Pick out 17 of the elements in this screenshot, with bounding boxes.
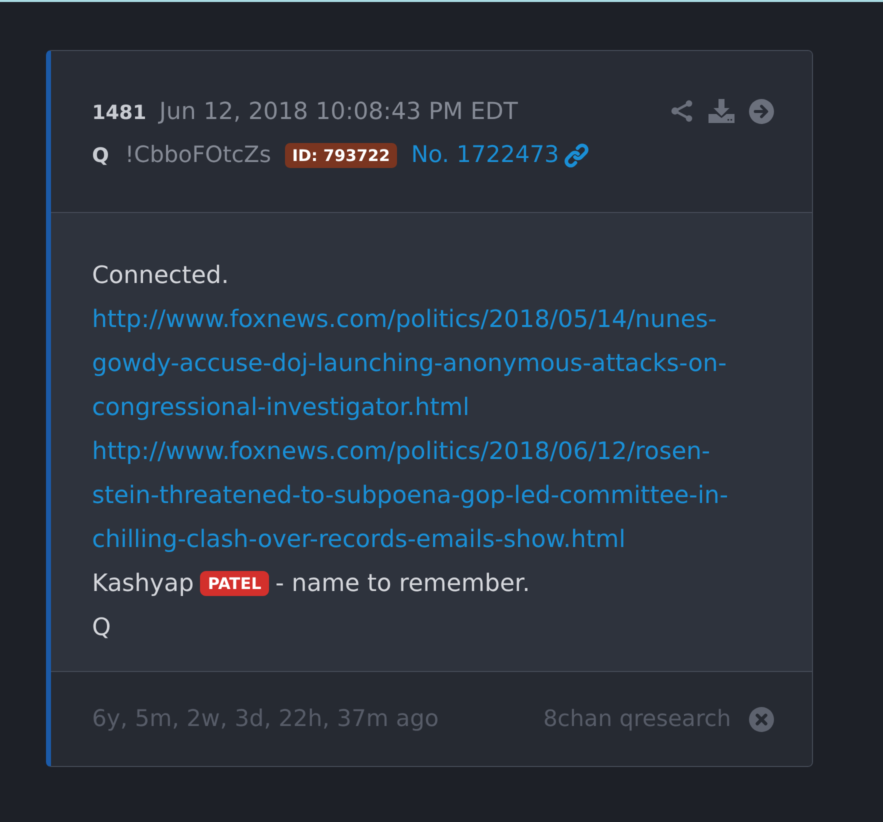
body-text: Connected. bbox=[92, 261, 229, 289]
body-text: Kashyap bbox=[92, 569, 194, 597]
post-date: Jun 12, 2018 10:08:43 PM EDT bbox=[159, 97, 518, 125]
highlight-tag: PATEL bbox=[200, 571, 270, 596]
id-badge: ID: 793722 bbox=[285, 142, 398, 168]
share-icon[interactable] bbox=[670, 99, 694, 123]
author-name: Q bbox=[92, 143, 110, 167]
link-icon[interactable] bbox=[564, 142, 589, 168]
download-icon[interactable] bbox=[708, 99, 735, 123]
post-link[interactable]: No. 1722473 bbox=[411, 142, 559, 168]
tripcode: !CbboFOtcZs bbox=[125, 142, 272, 168]
post-number: 1481 bbox=[92, 101, 146, 124]
body-link[interactable]: http://www.foxnews.com/politics/2018/06/12/rosen-stein-threatened-to-subpoena-gop-led-committee-in-chilling-clash-over-records-emails-show.html bbox=[92, 429, 737, 561]
close-icon[interactable] bbox=[749, 706, 774, 732]
body-text: - name to remember. bbox=[275, 569, 530, 597]
body-text: Q bbox=[92, 613, 111, 641]
arrow-circle-icon[interactable] bbox=[749, 98, 774, 124]
